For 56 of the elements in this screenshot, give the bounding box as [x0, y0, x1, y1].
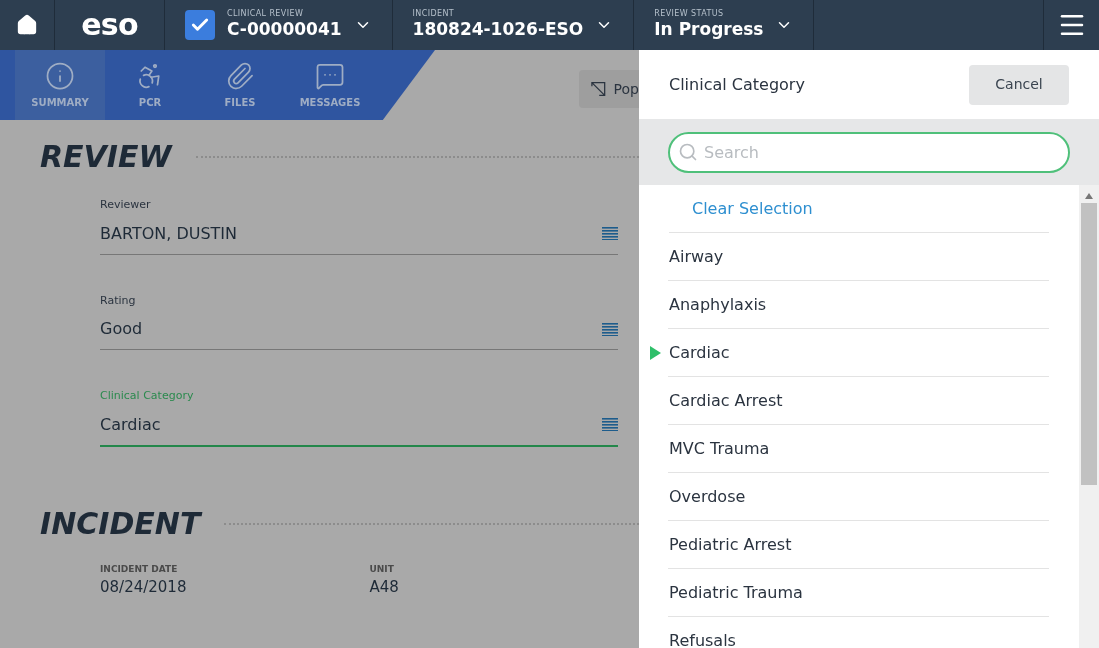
list-icon[interactable]: [602, 418, 618, 431]
list-item[interactable]: Overdose: [650, 473, 1049, 521]
field-value: Cardiac: [100, 413, 161, 436]
pop-out-icon: [591, 81, 606, 97]
list-item[interactable]: Airway: [650, 233, 1049, 281]
list-item[interactable]: Cardiac: [650, 329, 1049, 377]
item-label: Airway: [669, 245, 724, 268]
select-field[interactable]: Rating Good: [100, 292, 618, 350]
clip-icon: [225, 60, 255, 91]
field-label: Rating: [100, 292, 137, 309]
select-field[interactable]: Reviewer BARTON, DUSTIN: [100, 197, 618, 255]
scrollbar[interactable]: [1079, 185, 1099, 648]
selector-label: INCIDENT: [412, 9, 456, 20]
clear-selection-link[interactable]: Clear Selection: [692, 196, 813, 221]
item-label: Refusals: [669, 629, 736, 648]
home-icon[interactable]: [16, 14, 38, 36]
selector-value: 180824-1026-ESO: [412, 19, 584, 41]
item-label: Cardiac: [669, 341, 730, 364]
item-label: Overdose: [669, 485, 746, 508]
info-icon: [45, 60, 75, 91]
field-label: INCIDENT DATE: [100, 562, 179, 576]
item-label: MVC Trauma: [669, 437, 770, 460]
item-label: Pediatric Trauma: [669, 581, 803, 604]
field-label: UNIT: [369, 562, 395, 576]
item-label: Cardiac Arrest: [669, 389, 783, 412]
section-title: REVIEW: [40, 142, 172, 172]
list-item[interactable]: Anaphylaxis: [650, 281, 1049, 329]
selector-value: C-00000041: [227, 19, 342, 41]
panel-title: Clinical Category: [669, 73, 805, 96]
selector-label: CLINICAL REVIEW: [227, 9, 305, 20]
field-label: Reviewer: [100, 197, 152, 213]
selector-label: REVIEW STATUS: [654, 9, 725, 20]
list-icon[interactable]: [602, 227, 618, 240]
section-title: INCIDENT: [40, 508, 201, 539]
item-label: Pediatric Arrest: [669, 533, 792, 556]
list-item[interactable]: MVC Trauma: [650, 425, 1049, 473]
scroll-up-icon[interactable]: [1085, 193, 1093, 199]
item-label: Anaphylaxis: [669, 293, 767, 316]
list-item[interactable]: Pediatric Trauma: [650, 569, 1049, 617]
pop-out-button[interactable]: Pop: [579, 70, 639, 108]
checkbox[interactable]: [185, 10, 215, 40]
field-value: Good: [100, 318, 143, 340]
search-icon: [678, 141, 698, 162]
logo[interactable]: eso: [81, 10, 138, 40]
list-item[interactable]: Cardiac Arrest: [650, 377, 1049, 425]
search-field[interactable]: Search: [668, 131, 1070, 173]
list-item[interactable]: Refusals: [650, 617, 1049, 648]
select-field[interactable]: Clinical Category Cardiac: [100, 388, 618, 447]
selector-value: In Progress: [654, 19, 764, 41]
list-item[interactable]: Pediatric Arrest: [650, 521, 1049, 569]
list-icon[interactable]: [602, 322, 618, 336]
cancel-button[interactable]: Cancel: [969, 64, 1069, 105]
field-label: Clinical Category: [100, 388, 195, 404]
field-value: A48: [369, 577, 400, 598]
field-value: 08/24/2018: [100, 577, 188, 598]
field-value: BARTON, DUSTIN: [100, 222, 238, 245]
